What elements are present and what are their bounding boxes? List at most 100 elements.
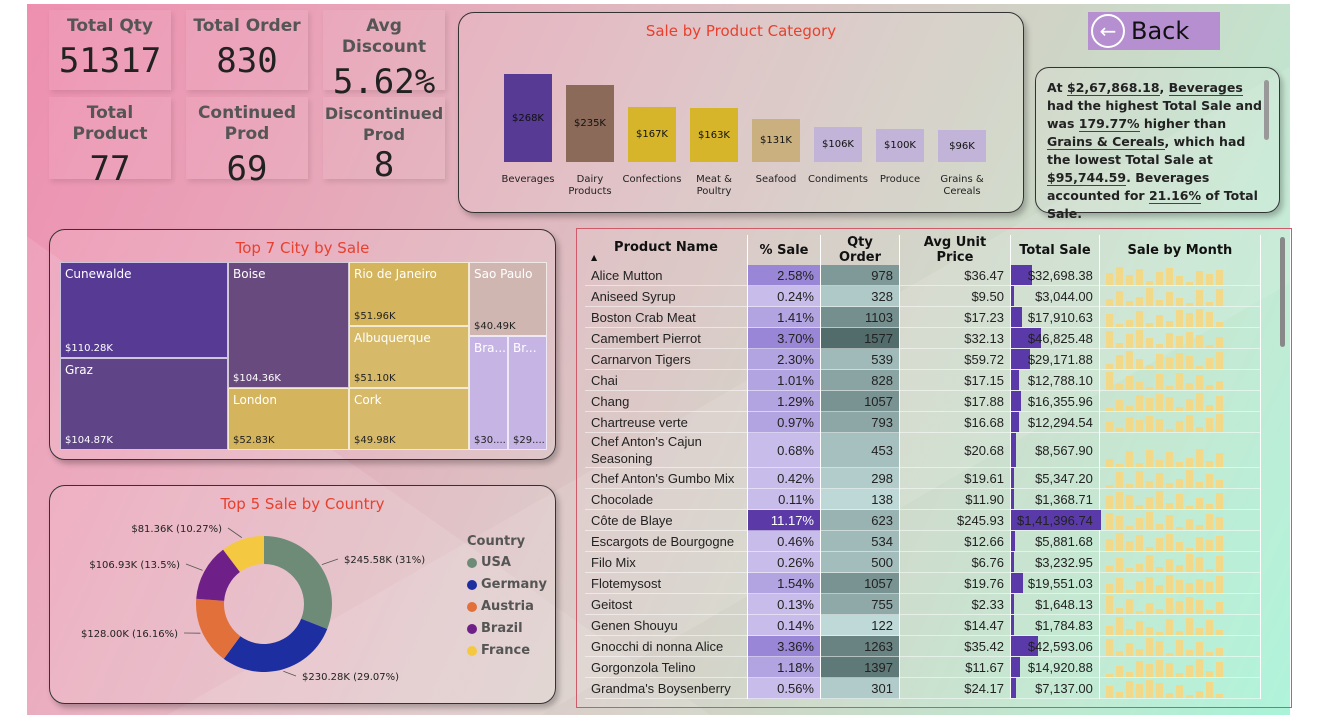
table-row[interactable]: Filo Mix 0.26% 500 $6.76 $3,232.95: [585, 551, 1261, 573]
pct-sale-cell: 0.56%: [747, 677, 821, 699]
treemap-cell-rio-de-janeiro[interactable]: Rio de Janeiro $51.96K: [349, 262, 469, 326]
cell-label: Br...: [513, 341, 537, 355]
narrative-category: Beverages: [1135, 170, 1210, 185]
col-qty-order[interactable]: Qty Order: [820, 235, 900, 265]
total-sale-databar: [1011, 412, 1019, 432]
table-row[interactable]: Camembert Pierrot 3.70% 1577 $32.13 $46,825.…: [585, 327, 1261, 349]
col-pct-sale[interactable]: % Sale: [747, 235, 821, 265]
table-row[interactable]: Chef Anton's Cajun Seasoning 0.68% 453 $20.…: [585, 432, 1261, 468]
kpi-total-qty: Total Qty 51317: [49, 10, 171, 90]
bar-condiments[interactable]: $106K: [814, 127, 862, 162]
narrative-percent: 179.77%: [1078, 116, 1140, 132]
total-sale-value: $16,355.96: [1027, 393, 1093, 409]
narrative-scrollbar[interactable]: [1264, 80, 1269, 140]
sparkbar: [1155, 660, 1163, 677]
table-row[interactable]: Chang 1.29% 1057 $17.88 $16,355.96: [585, 390, 1261, 412]
qty-order-cell: 138: [820, 488, 900, 510]
sale-by-month-sparkline: [1099, 572, 1261, 594]
total-sale-value: $1,648.13: [1035, 596, 1093, 612]
table-row[interactable]: Chartreuse verte 0.97% 793 $16.68 $12,294.54: [585, 411, 1261, 433]
legend-item-france[interactable]: France: [467, 643, 547, 658]
pct-sale-cell: 0.68%: [747, 432, 821, 468]
bar-meat-poultry[interactable]: $163K: [690, 108, 738, 162]
col-avg-unit-price[interactable]: Avg Unit Price: [899, 235, 1011, 265]
cell-label: Rio de Janeiro: [354, 267, 437, 281]
bar-beverages[interactable]: $268K: [504, 74, 552, 162]
kpi-label: Avg Discount: [341, 16, 427, 57]
treemap-cell-cork[interactable]: Cork $49.98K: [349, 388, 469, 450]
col-total-sale[interactable]: Total Sale: [1010, 235, 1100, 265]
sparkbar: [1135, 518, 1143, 530]
sparkbar: [1115, 384, 1123, 390]
legend-item-brazil[interactable]: Brazil: [467, 621, 547, 636]
treemap-cell-boise[interactable]: Boise $104.36K: [228, 262, 349, 388]
sparkbar: [1175, 353, 1183, 369]
table-row[interactable]: Gnocchi di nonna Alice 3.36% 1263 $35.42 $42…: [585, 635, 1261, 657]
sparkbar: [1155, 354, 1163, 369]
treemap-cell-bra[interactable]: Bra... $30....: [469, 336, 508, 450]
table-row[interactable]: Genen Shouyu 0.14% 122 $14.47 $1,784.83: [585, 614, 1261, 636]
sparkbar: [1155, 585, 1163, 593]
chart-title: Sale by Product Category: [645, 22, 837, 40]
table-row[interactable]: Geitost 0.13% 755 $2.33 $1,648.13: [585, 593, 1261, 615]
smart-narrative: At $2,67,868.18, Beverages had the highe…: [1035, 67, 1280, 221]
table-row[interactable]: Escargots de Bourgogne 0.46% 534 $12.66 $5,8…: [585, 530, 1261, 552]
table-row[interactable]: Côte de Blaye 11.17% 623 $245.93 $1,41,396.7…: [585, 509, 1261, 531]
back-button[interactable]: ← Back: [1088, 12, 1220, 50]
sparkbar: [1115, 666, 1123, 677]
sparkbar: [1155, 473, 1163, 488]
col-sale-by-month[interactable]: Sale by Month: [1099, 235, 1261, 265]
treemap-cell-br[interactable]: Br... $29....: [508, 336, 547, 450]
total-sale-cell: $42,593.06: [1010, 635, 1100, 657]
treemap-cell-albuquerque[interactable]: Albuquerque $51.10K: [349, 326, 469, 388]
sparkbar: [1205, 474, 1213, 488]
total-sale-cell: $46,825.48: [1010, 327, 1100, 349]
sparkbar: [1115, 533, 1123, 551]
col-product-name[interactable]: Product Name ▲: [585, 235, 748, 265]
table-row[interactable]: Chai 1.01% 828 $17.15 $12,788.10: [585, 369, 1261, 391]
bar-confections[interactable]: $167K: [628, 107, 676, 162]
table-row[interactable]: Chef Anton's Gumbo Mix 0.42% 298 $19.61 $5,3…: [585, 467, 1261, 489]
table-row[interactable]: Flotemysost 1.54% 1057 $19.76 $19,551.03: [585, 572, 1261, 594]
sale-by-month-sparkline: [1099, 432, 1261, 468]
total-sale-databar: [1011, 594, 1014, 614]
sparkbar: [1145, 547, 1153, 551]
sparkbar: [1115, 400, 1123, 411]
legend-item-germany[interactable]: Germany: [467, 577, 547, 592]
sparkbar: [1185, 506, 1193, 509]
sparkbar: [1215, 493, 1223, 509]
table-row[interactable]: Gorgonzola Telino 1.18% 1397 $11.67 $14,920.…: [585, 656, 1261, 678]
table-row[interactable]: Alice Mutton 2.58% 978 $36.47 $32,698.38: [585, 265, 1261, 286]
sparkbar: [1165, 515, 1173, 530]
table-row[interactable]: Grandma's Boysenberry 0.56% 301 $24.17 $7,13…: [585, 677, 1261, 699]
table-scrollbar[interactable]: [1280, 237, 1285, 347]
table-row[interactable]: Aniseed Syrup 0.24% 328 $9.50 $3,044.00: [585, 285, 1261, 307]
table-row[interactable]: Boston Crab Meat 1.41% 1103 $17.23 $17,910.6…: [585, 306, 1261, 328]
bar-produce[interactable]: $100K: [876, 129, 924, 162]
table-row[interactable]: Chocolade 0.11% 138 $11.90 $1,368.71: [585, 488, 1261, 510]
legend-item-austria[interactable]: Austria: [467, 599, 547, 614]
pct-sale-cell: 2.58%: [747, 265, 821, 286]
treemap-cell-london[interactable]: London $52.83K: [228, 388, 349, 450]
treemap-cell-graz[interactable]: Graz $104.87K: [60, 358, 228, 450]
cell-value: $49.98K: [354, 435, 396, 446]
treemap-cell-cunewalde[interactable]: Cunewalde $110.28K: [60, 262, 228, 358]
sparkbar: [1145, 365, 1153, 369]
sparkbar: [1135, 311, 1143, 327]
sparkbar: [1185, 597, 1193, 614]
treemap-cell-sao-paulo[interactable]: Sao Paulo $40.49K: [469, 262, 547, 336]
bar-seafood[interactable]: $131K: [752, 118, 800, 162]
sparkbar: [1185, 303, 1193, 306]
cell-value: $52.83K: [233, 435, 275, 446]
bar-grains-cereals[interactable]: $96K: [938, 130, 986, 162]
bar-dairy-products[interactable]: $235K: [566, 84, 614, 162]
sparkbar: [1105, 331, 1113, 348]
kpi-value: 69: [226, 149, 268, 189]
sparkbar: [1145, 603, 1153, 614]
sparkbar: [1155, 272, 1163, 285]
sparkbar: [1105, 459, 1113, 467]
legend-item-usa[interactable]: USA: [467, 555, 547, 570]
pct-sale-cell: 0.24%: [747, 285, 821, 307]
table-row[interactable]: Carnarvon Tigers 2.30% 539 $59.72 $29,171.88: [585, 348, 1261, 370]
sort-asc-icon[interactable]: ▲: [591, 253, 741, 261]
